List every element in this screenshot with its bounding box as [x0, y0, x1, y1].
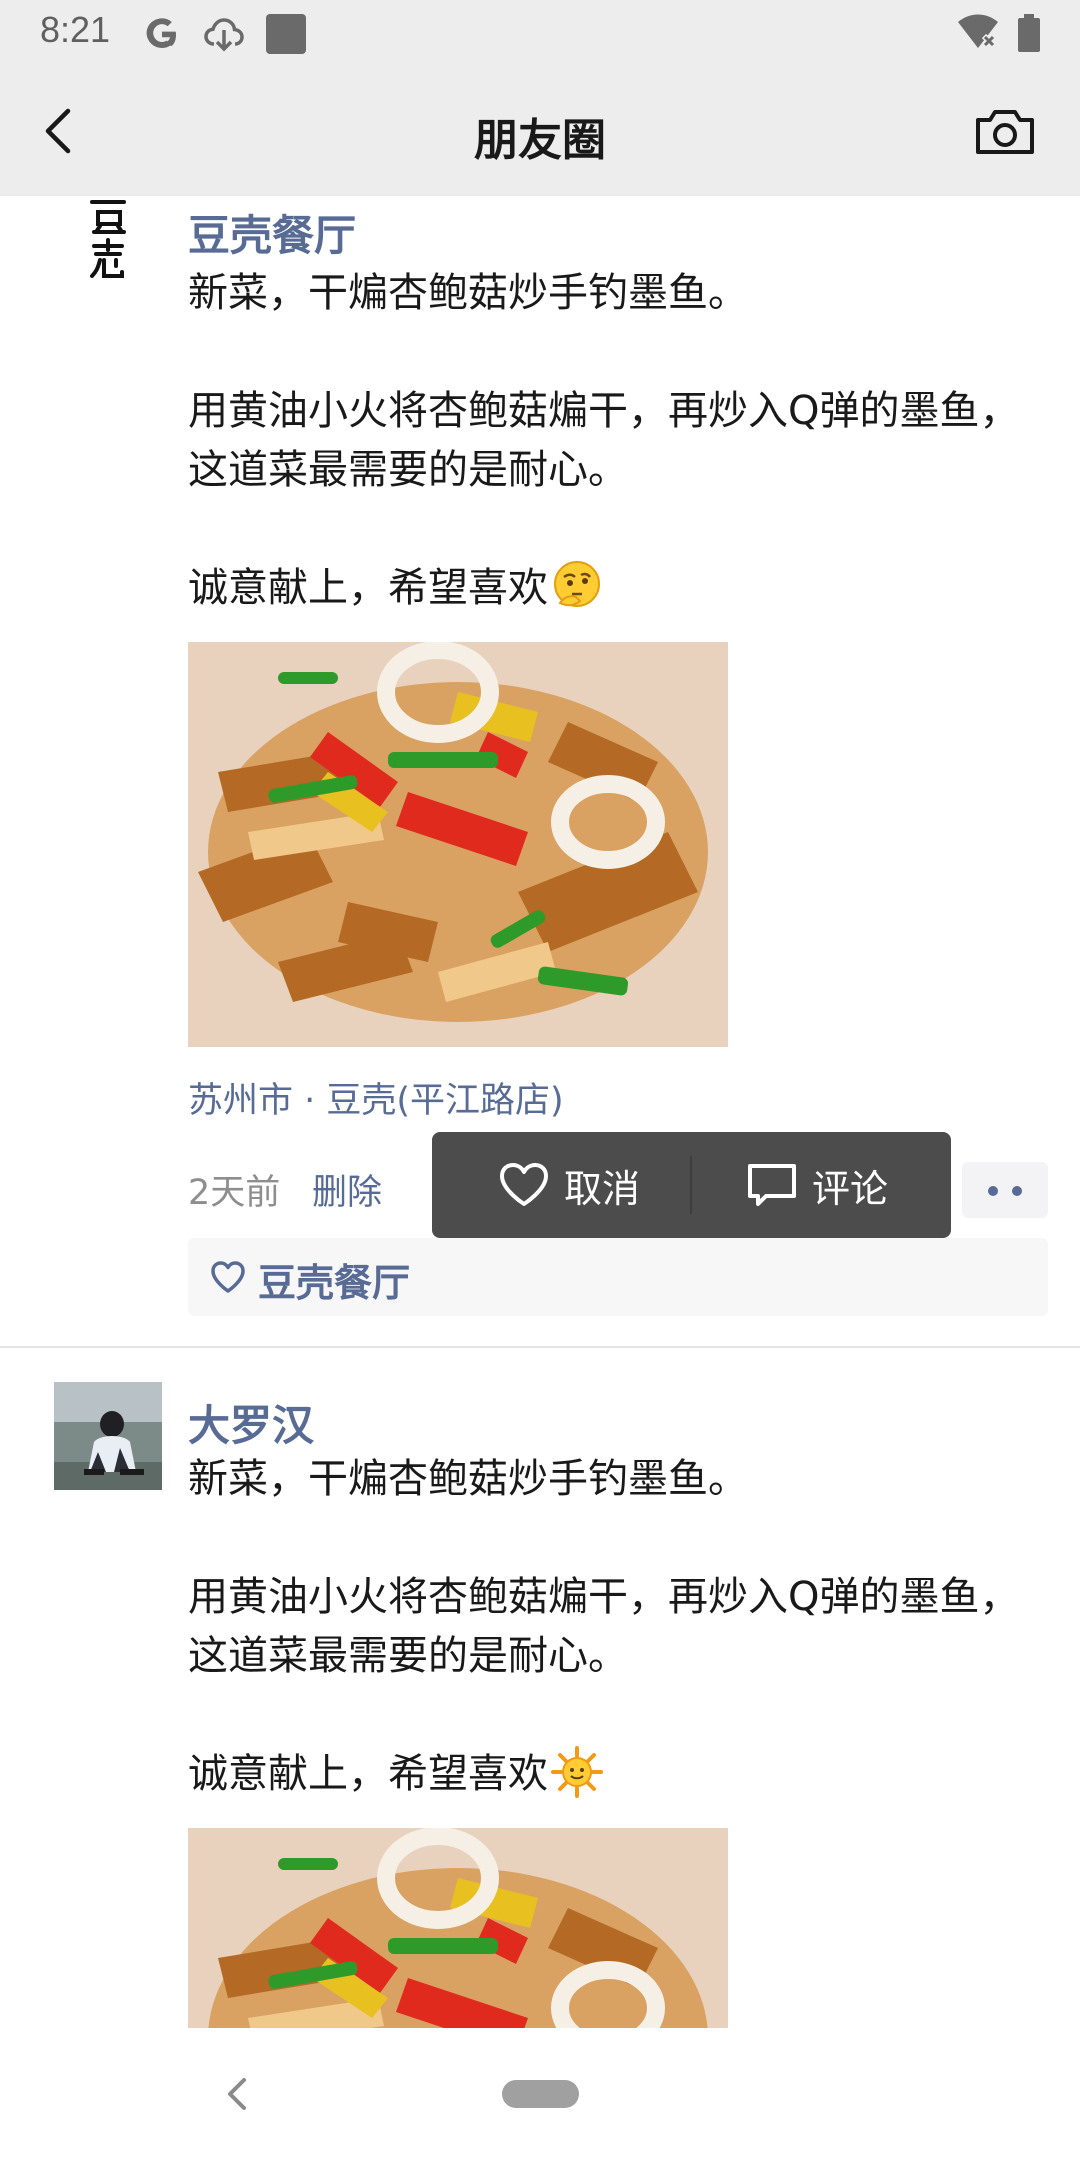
likes-list: 豆壳餐厅 — [188, 1238, 1048, 1316]
post-photo[interactable] — [188, 642, 728, 1047]
nav-bar: 朋友圈 — [0, 66, 1080, 196]
user-photo — [54, 1382, 162, 1490]
heart-outline-icon — [211, 1261, 245, 1293]
download-cloud-icon — [204, 18, 244, 52]
popup-divider — [690, 1156, 692, 1214]
system-home-pill[interactable] — [502, 2080, 579, 2108]
like-comment-popup: 取消 评论 — [432, 1132, 951, 1238]
more-dot-icon — [988, 1186, 998, 1196]
system-nav-bar — [0, 2028, 1080, 2160]
doukeke-logo — [90, 200, 126, 278]
post-time: 2天前 — [188, 1173, 281, 1213]
post-text: 新菜，干煸杏鲍菇炒手钓墨鱼。 用黄油小火将杏鲍菇煸干，再炒入Q弹的墨鱼，这道菜最… — [188, 264, 1028, 618]
avatar[interactable] — [54, 196, 162, 292]
status-bar: 8:21 — [0, 0, 1080, 66]
post-author[interactable]: 豆壳餐厅 — [188, 202, 356, 263]
battery-icon — [1018, 14, 1040, 52]
moment-post: 豆壳餐厅 新菜，干煸杏鲍菇炒手钓墨鱼。 用黄油小火将杏鲍菇煸干，再炒入Q弹的墨鱼… — [0, 196, 1080, 1348]
moments-feed[interactable]: 豆壳餐厅 新菜，干煸杏鲍菇炒手钓墨鱼。 用黄油小火将杏鲍菇煸干，再炒入Q弹的墨鱼… — [0, 196, 1080, 2028]
status-time: 8:21 — [40, 9, 111, 50]
square-notification-icon — [266, 14, 306, 54]
dish-photo — [188, 642, 728, 1047]
liker-name[interactable]: 豆壳餐厅 — [258, 1252, 410, 1307]
wifi-off-icon — [958, 14, 998, 49]
comment-label: 评论 — [812, 1166, 889, 1211]
avatar[interactable] — [54, 1382, 162, 1490]
post-author[interactable]: 大罗汉 — [188, 1392, 314, 1453]
system-back-icon[interactable] — [218, 2072, 258, 2116]
like-cancel-button[interactable]: 取消 — [498, 1132, 640, 1238]
comment-button[interactable]: 评论 — [746, 1132, 888, 1238]
post-location[interactable]: 苏州市 · 豆壳(平江路店) — [188, 1072, 564, 1123]
post-text: 新菜，干煸杏鲍菇炒手钓墨鱼。 用黄油小火将杏鲍菇煸干，再炒入Q弹的墨鱼，这道菜最… — [188, 1450, 1028, 1804]
dish-photo — [188, 1828, 728, 2028]
delete-button[interactable]: 删除 — [312, 1164, 382, 1215]
moment-post: 大罗汉 新菜，干煸杏鲍菇炒手钓墨鱼。 用黄油小火将杏鲍菇煸干，再炒入Q弹的墨鱼，… — [0, 1348, 1080, 2028]
comment-icon — [748, 1164, 796, 1206]
more-dot-icon — [1012, 1186, 1022, 1196]
page-title: 朋友圈 — [474, 115, 606, 166]
google-icon — [146, 18, 176, 48]
camera-icon[interactable] — [974, 106, 1036, 158]
heart-icon — [500, 1163, 548, 1206]
sun-emoji — [551, 1746, 603, 1798]
like-cancel-label: 取消 — [564, 1166, 641, 1211]
post-photo[interactable] — [188, 1828, 728, 2028]
more-actions-button[interactable] — [962, 1162, 1048, 1218]
thinking-face-emoji — [554, 561, 600, 607]
